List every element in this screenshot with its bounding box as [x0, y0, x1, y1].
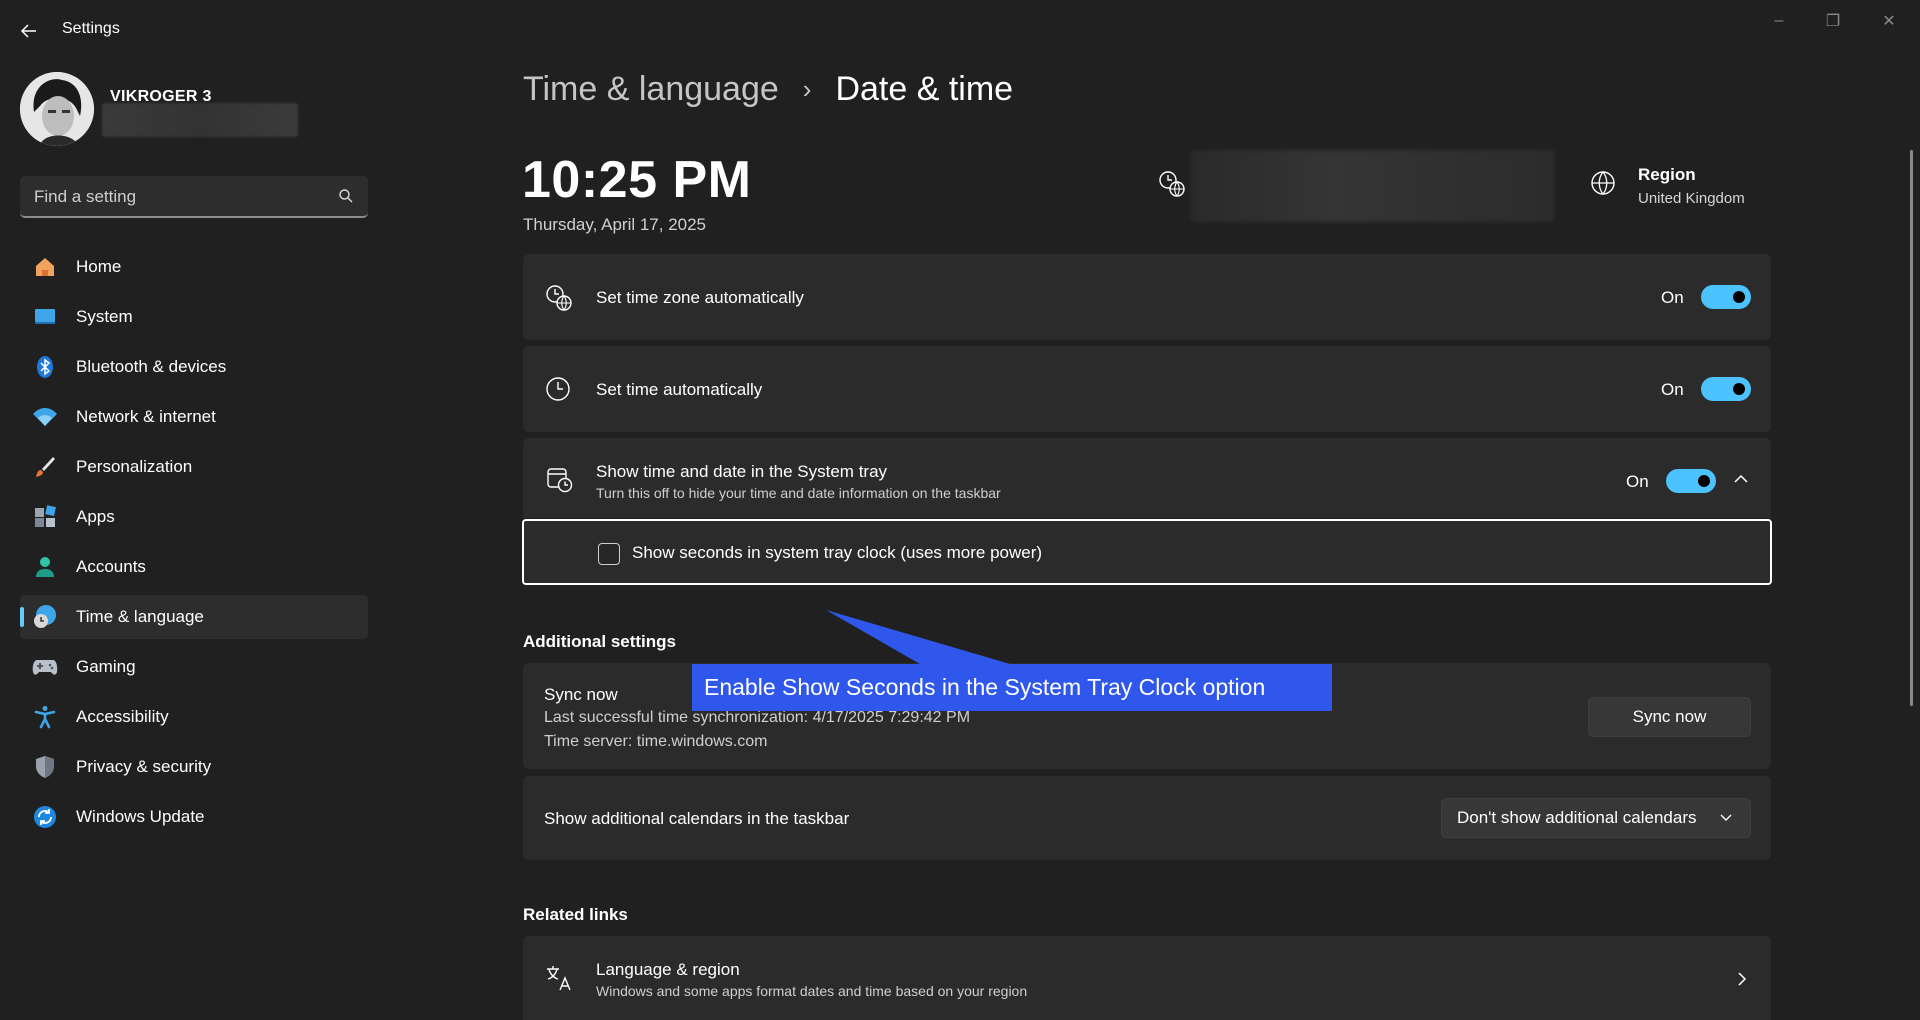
setting-title: Set time automatically — [596, 380, 763, 399]
link-description: Windows and some apps format dates and t… — [596, 983, 1028, 999]
page-title: Date & time — [835, 70, 1014, 108]
apps-icon — [32, 504, 58, 530]
sidebar-item-label: Apps — [76, 507, 115, 526]
sidebar-item-home[interactable]: Home — [20, 245, 368, 289]
current-date: Thursday, April 17, 2025 — [523, 215, 707, 234]
chevron-down-icon — [1720, 814, 1732, 821]
sidebar-item-windows-update[interactable]: Windows Update — [20, 795, 368, 839]
toggle-state-label: On — [1661, 288, 1684, 307]
time-zone-icon — [546, 285, 572, 311]
time-zone-icon — [1159, 171, 1185, 197]
sync-title: Sync now — [544, 685, 618, 704]
last-sync-text: Last successful time synchronization: 4/… — [544, 709, 971, 726]
sidebar-item-system[interactable]: System — [20, 295, 368, 339]
shield-icon — [32, 754, 58, 780]
region-label: Region — [1638, 165, 1696, 184]
sidebar-item-label: Gaming — [76, 657, 136, 676]
sidebar-item-label: Personalization — [76, 457, 193, 476]
sidebar-item-privacy[interactable]: Privacy & security — [20, 745, 368, 789]
sidebar-item-personalization[interactable]: Personalization — [20, 445, 368, 489]
sidebar-item-label: Network & internet — [76, 407, 216, 426]
time-zone-auto-card: Set time zone automatically On — [523, 254, 1771, 340]
setting-description: Turn this off to hide your time and date… — [596, 485, 1001, 501]
section-title-additional: Additional settings — [523, 632, 676, 651]
sidebar-item-label: Accessibility — [76, 707, 169, 726]
system-tray-toggle[interactable] — [1666, 469, 1716, 493]
sidebar-item-network[interactable]: Network & internet — [20, 395, 368, 439]
calendars-card: Show additional calendars in the taskbar… — [523, 776, 1771, 860]
redacted-email — [102, 103, 298, 137]
sidebar-item-apps[interactable]: Apps — [20, 495, 368, 539]
bluetooth-icon — [32, 354, 58, 380]
show-seconds-option: Show seconds in system tray clock (uses … — [522, 519, 1772, 585]
region-value: United Kingdom — [1638, 190, 1745, 207]
avatar[interactable] — [20, 72, 94, 146]
search-icon[interactable] — [338, 188, 354, 204]
search-box[interactable] — [20, 176, 368, 218]
restore-button[interactable]: ❐ — [1810, 6, 1856, 36]
sidebar-item-label: Accounts — [76, 557, 146, 576]
chevron-right-icon — [1738, 972, 1747, 986]
sidebar-item-label: Bluetooth & devices — [76, 357, 227, 376]
sidebar-item-bluetooth[interactable]: Bluetooth & devices — [20, 345, 368, 389]
show-seconds-checkbox[interactable] — [598, 543, 620, 565]
system-tray-card: Show time and date in the System tray Tu… — [523, 438, 1771, 518]
sidebar-item-accessibility[interactable]: Accessibility — [20, 695, 368, 739]
redacted-time-zone — [1190, 150, 1555, 222]
search-input[interactable] — [32, 184, 336, 210]
accounts-icon — [32, 554, 58, 580]
update-icon — [32, 804, 58, 830]
home-icon — [32, 254, 58, 280]
time-auto-card: Set time automatically On — [523, 346, 1771, 432]
sidebar-item-label: Home — [76, 257, 122, 276]
sidebar-nav: Home System Bluetooth & devices Network … — [20, 245, 368, 845]
back-button[interactable] — [14, 16, 44, 46]
annotation-callout: Enable Show Seconds in the System Tray C… — [692, 664, 1332, 711]
current-time: 10:25 PM — [522, 151, 752, 209]
breadcrumb: Time & language › Date & time — [523, 70, 1013, 109]
section-title-related: Related links — [523, 905, 628, 924]
time-zone-auto-toggle[interactable] — [1701, 285, 1751, 309]
toggle-state-label: On — [1661, 380, 1684, 399]
time-server-text: Time server: time.windows.com — [544, 733, 768, 750]
sidebar-item-label: Windows Update — [76, 807, 205, 826]
setting-title: Show time and date in the System tray — [596, 462, 888, 481]
minimize-button[interactable]: – — [1756, 6, 1802, 36]
language-icon — [547, 966, 571, 991]
sync-now-button[interactable]: Sync now — [1588, 697, 1751, 737]
scrollbar[interactable] — [1910, 150, 1913, 706]
profile-picture-icon — [20, 72, 94, 146]
calendars-dropdown[interactable]: Don't show additional calendars — [1441, 798, 1751, 838]
chevron-up-icon[interactable] — [1733, 474, 1749, 484]
checkbox-label[interactable]: Show seconds in system tray clock (uses … — [632, 543, 1042, 563]
sidebar-item-label: Privacy & security — [76, 757, 212, 776]
app-title: Settings — [62, 20, 120, 37]
dropdown-value: Don't show additional calendars — [1457, 808, 1697, 827]
sidebar-item-gaming[interactable]: Gaming — [20, 645, 368, 689]
brush-icon — [32, 454, 58, 480]
language-region-link[interactable]: Language & region Windows and some apps … — [523, 936, 1771, 1020]
setting-title: Show additional calendars in the taskbar — [544, 809, 850, 828]
breadcrumb-parent[interactable]: Time & language — [523, 70, 779, 109]
link-title: Language & region — [596, 960, 740, 979]
time-auto-toggle[interactable] — [1701, 377, 1751, 401]
wifi-icon — [32, 404, 58, 430]
sidebar-item-label: Time & language — [76, 607, 204, 626]
accessibility-icon — [32, 704, 58, 730]
setting-title: Set time zone automatically — [596, 288, 804, 307]
clock-icon — [546, 377, 570, 401]
close-button[interactable]: ✕ — [1866, 6, 1912, 36]
back-arrow-icon — [20, 24, 36, 38]
toggle-state-label: On — [1626, 472, 1649, 491]
gamepad-icon — [32, 654, 58, 680]
time-language-icon — [32, 604, 58, 630]
breadcrumb-separator: › — [802, 74, 812, 104]
globe-icon — [1591, 171, 1615, 195]
sidebar-item-label: System — [76, 307, 133, 326]
system-icon — [32, 304, 58, 330]
sidebar-item-accounts[interactable]: Accounts — [20, 545, 368, 589]
calendar-clock-icon — [547, 468, 573, 493]
sidebar-item-time-language[interactable]: Time & language — [20, 595, 368, 639]
